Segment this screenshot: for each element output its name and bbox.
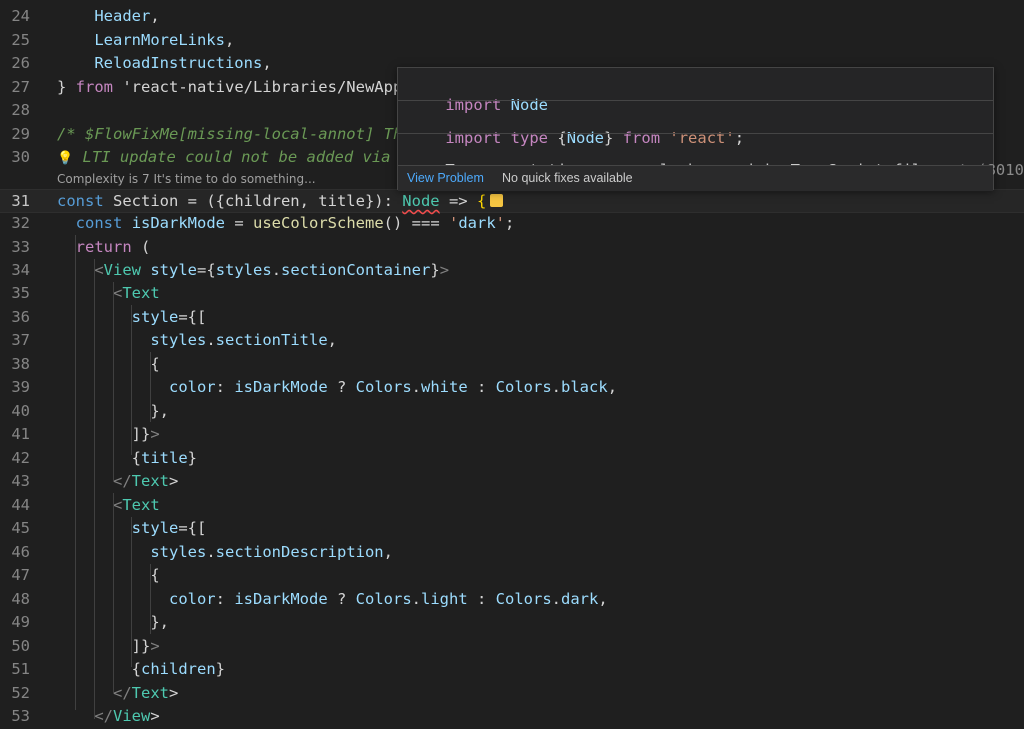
- indent-guide: [131, 305, 132, 455]
- line-number: 48: [11, 589, 30, 608]
- line-number: 27: [11, 77, 30, 96]
- code-line[interactable]: 36 style={[: [0, 306, 1024, 330]
- code-line[interactable]: 37 styles.sectionTitle,: [0, 329, 1024, 353]
- hover-divider: [398, 100, 993, 101]
- line-number: 37: [11, 331, 30, 349]
- hover-tooltip: import Node import type {Node} from 'rea…: [397, 67, 1024, 191]
- line-code[interactable]: } from 'react-native/Libraries/NewApp: [57, 76, 402, 100]
- line-code[interactable]: <Text: [57, 494, 160, 518]
- line-code[interactable]: {: [57, 564, 159, 588]
- code-line[interactable]: 52 </Text>: [0, 682, 1024, 706]
- line-number: 41: [11, 425, 30, 443]
- code-line[interactable]: 40 },: [0, 400, 1024, 424]
- line-number: 52: [11, 683, 30, 702]
- line-code[interactable]: ReloadInstructions,: [57, 52, 271, 76]
- line-number: 35: [11, 284, 30, 302]
- line-number: 47: [11, 566, 30, 584]
- indent-guide: [113, 282, 114, 482]
- line-number: 45: [11, 519, 30, 537]
- code-line[interactable]: 47 {: [0, 564, 1024, 588]
- hover-action-bar: View Problem No quick fixes available: [398, 165, 993, 191]
- code-line[interactable]: 25 LearnMoreLinks,: [0, 29, 1024, 53]
- code-line[interactable]: 33 return (: [0, 236, 1024, 260]
- no-quick-fixes-label: No quick fixes available: [502, 171, 633, 185]
- code-line[interactable]: 53 </View>: [0, 705, 1024, 729]
- line-code[interactable]: return (: [57, 236, 151, 260]
- line-number: 32: [11, 214, 30, 232]
- line-code[interactable]: ]}>: [57, 635, 160, 659]
- line-code[interactable]: {title}: [57, 447, 197, 471]
- line-number: 34: [11, 261, 30, 279]
- line-number: 53: [11, 707, 30, 725]
- line-code[interactable]: {: [57, 353, 159, 377]
- view-problem-link[interactable]: View Problem: [407, 166, 484, 190]
- indent-guide: [150, 352, 151, 422]
- indent-guide: [113, 493, 114, 693]
- line-number: 50: [11, 636, 30, 655]
- lightbulb-icon[interactable]: 💡: [57, 151, 73, 166]
- line-code[interactable]: Header,: [57, 5, 159, 29]
- line-number: 31: [11, 192, 30, 210]
- line-number: 44: [11, 495, 30, 514]
- line-code[interactable]: const isDarkMode = useColorScheme() === …: [57, 212, 515, 236]
- line-code[interactable]: /* $FlowFixMe[missing-local-annot] Th: [57, 123, 402, 147]
- line-number: 51: [11, 660, 30, 678]
- line-code[interactable]: <View style={styles.sectionContainer}>: [57, 259, 449, 283]
- code-line[interactable]: 51 {children}: [0, 658, 1024, 682]
- line-number: 30: [11, 148, 30, 166]
- code-line[interactable]: 39 color: isDarkMode ? Colors.white : Co…: [0, 376, 1024, 400]
- code-line[interactable]: 49 },: [0, 611, 1024, 635]
- code-line[interactable]: 44 <Text: [0, 494, 1024, 518]
- line-number: 46: [11, 542, 30, 561]
- code-line[interactable]: 24 Header,: [0, 5, 1024, 29]
- codelens-complexity[interactable]: Complexity is 7 It's time to do somethin…: [57, 170, 316, 188]
- code-line[interactable]: 32 const isDarkMode = useColorScheme() =…: [0, 212, 1024, 236]
- indent-guide: [94, 259, 95, 719]
- line-number: 26: [11, 54, 30, 72]
- line-number: 29: [11, 124, 30, 143]
- line-number: 39: [11, 378, 30, 396]
- hover-divider: [398, 133, 993, 134]
- line-number: 24: [11, 7, 30, 25]
- indent-guide: [150, 564, 151, 634]
- line-code[interactable]: color: isDarkMode ? Colors.white : Color…: [57, 376, 617, 400]
- line-code[interactable]: color: isDarkMode ? Colors.light : Color…: [57, 588, 608, 612]
- line-code[interactable]: <Text: [57, 282, 160, 306]
- line-number: 33: [11, 237, 30, 256]
- code-line[interactable]: 34 <View style={styles.sectionContainer}…: [0, 259, 1024, 283]
- line-number: 49: [11, 613, 30, 631]
- code-line[interactable]: 50 ]}>: [0, 635, 1024, 659]
- indent-guide: [75, 235, 76, 710]
- line-code[interactable]: LearnMoreLinks,: [57, 29, 234, 53]
- line-number: 28: [11, 101, 30, 119]
- indent-guide: [131, 517, 132, 667]
- code-line[interactable]: 41 ]}>: [0, 423, 1024, 447]
- code-line[interactable]: 35 <Text: [0, 282, 1024, 306]
- line-number: 38: [11, 354, 30, 373]
- code-line[interactable]: 42 {title}: [0, 447, 1024, 471]
- line-code[interactable]: </View>: [57, 705, 159, 729]
- line-number: 36: [11, 307, 30, 326]
- line-number: 42: [11, 448, 30, 467]
- line-number: 43: [11, 472, 30, 490]
- line-code[interactable]: 💡 LTI update could not be added via: [57, 146, 390, 171]
- line-code[interactable]: {children}: [57, 658, 225, 682]
- line-number: 25: [11, 30, 30, 49]
- line-code[interactable]: styles.sectionDescription,: [57, 541, 393, 565]
- line-number: 40: [11, 401, 30, 420]
- line-code[interactable]: ]}>: [57, 423, 160, 447]
- code-line[interactable]: 45 style={[: [0, 517, 1024, 541]
- line-code[interactable]: styles.sectionTitle,: [57, 329, 337, 353]
- code-line[interactable]: 48 color: isDarkMode ? Colors.light : Co…: [0, 588, 1024, 612]
- code-line[interactable]: 43 </Text>: [0, 470, 1024, 494]
- code-line[interactable]: 38 {: [0, 353, 1024, 377]
- code-line[interactable]: 46 styles.sectionDescription,: [0, 541, 1024, 565]
